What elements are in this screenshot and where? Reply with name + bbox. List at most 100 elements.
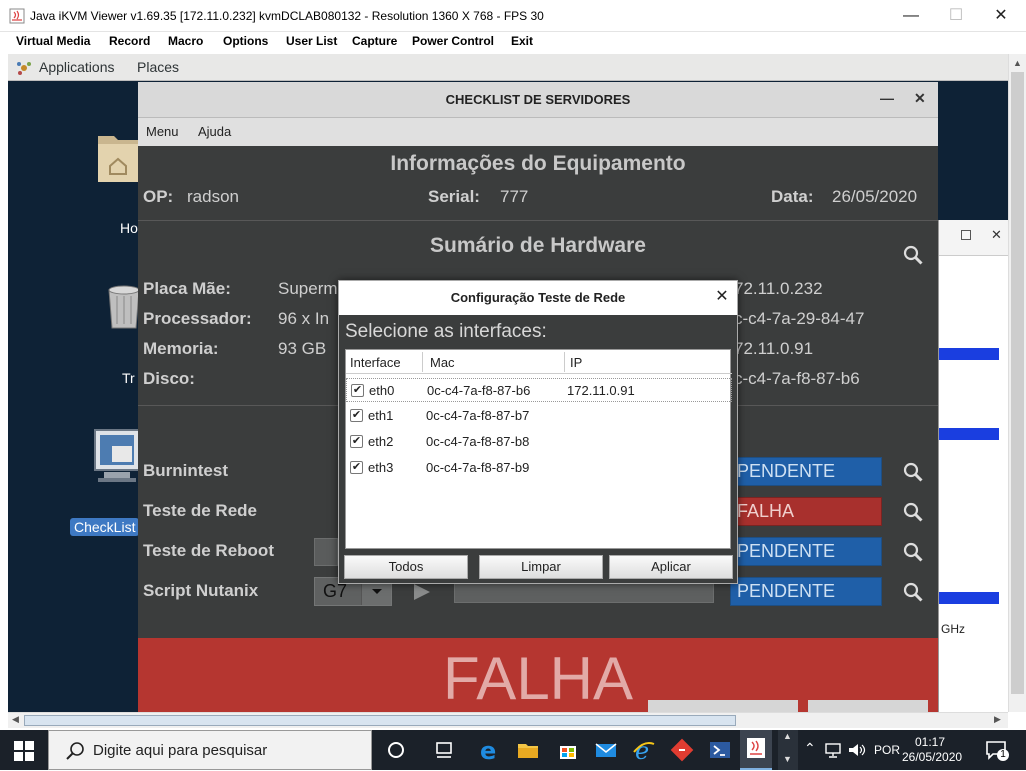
play-icon[interactable]	[410, 582, 434, 602]
java-taskbar-button[interactable]	[740, 730, 772, 770]
powershell-icon[interactable]	[708, 738, 732, 762]
table-row[interactable]: ✔ eth2 0c-c4-7a-f8-87-b8	[346, 430, 732, 454]
dialog-close-icon[interactable]: ✕	[711, 286, 733, 308]
kvm-title-bar: Java iKVM Viewer v1.69.35 [172.11.0.232]…	[0, 0, 1026, 32]
minimize-button[interactable]: —	[888, 0, 934, 32]
search-icon[interactable]	[903, 462, 923, 482]
search-icon[interactable]	[903, 582, 923, 602]
ghz-text: GHz	[941, 622, 965, 636]
close-button[interactable]: ✕	[978, 0, 1024, 32]
menu-power-control[interactable]: Power Control	[412, 34, 494, 48]
table-row[interactable]: ✔ eth3 0c-c4-7a-f8-87-b9	[346, 456, 732, 480]
taskbar: Digite aqui para pesquisar e e ▲ ▼ ⌃ POR…	[0, 730, 1026, 770]
maximize-icon[interactable]	[961, 230, 971, 240]
hw-label: Processador:	[143, 309, 252, 328]
search-icon[interactable]	[903, 502, 923, 522]
clock[interactable]: 01:17 26/05/2020	[902, 735, 962, 765]
internet-explorer-icon[interactable]: e	[632, 738, 656, 762]
timeline-icon[interactable]	[432, 738, 456, 762]
scroll-left-icon[interactable]: ◀	[12, 714, 19, 725]
bottom-button[interactable]	[808, 700, 928, 712]
clear-button[interactable]: Limpar	[479, 555, 603, 579]
checklist-minimize-button[interactable]: —	[880, 90, 894, 106]
table-row[interactable]: ✔ eth1 0c-c4-7a-f8-87-b7	[346, 404, 732, 428]
kvm-title: Java iKVM Viewer v1.69.35 [172.11.0.232]…	[30, 9, 544, 23]
search-icon[interactable]	[903, 245, 923, 265]
network-icon[interactable]	[824, 742, 842, 758]
git-icon[interactable]	[670, 738, 694, 762]
home-folder-icon[interactable]	[96, 126, 140, 185]
script-progress	[454, 581, 714, 603]
notifications-icon[interactable]: 1	[984, 738, 1009, 762]
iface-cell: eth3	[368, 460, 394, 475]
table-row[interactable]: ✔ eth0 0c-c4-7a-f8-87-b6 172.11.0.91	[346, 378, 732, 402]
task-view-icon[interactable]	[384, 738, 408, 762]
chevron-down-icon[interactable]: ▼	[783, 754, 792, 764]
data-label: Data:	[771, 187, 814, 206]
select-all-button[interactable]: Todos	[344, 555, 468, 579]
chevron-up-icon[interactable]: ▲	[783, 731, 792, 741]
store-icon[interactable]	[556, 738, 580, 762]
horizontal-scrollbar[interactable]: ◀ ▶	[8, 712, 1008, 728]
status-badge: PENDENTE	[730, 537, 882, 566]
menu-virtual-media[interactable]: Virtual Media	[16, 34, 90, 48]
menu-exit[interactable]: Exit	[511, 34, 533, 48]
search-placeholder: Digite aqui para pesquisar	[93, 742, 268, 759]
column-header[interactable]: IP	[570, 355, 582, 370]
column-header[interactable]: Mac	[430, 355, 455, 370]
hw-label: Disco:	[143, 369, 195, 388]
network-test-dialog: Configuração Teste de Rede ✕ Selecione a…	[338, 280, 738, 584]
interfaces-table: Interface Mac IP ✔ eth0 0c-c4-7a-f8-87-b…	[345, 349, 732, 549]
menu-record[interactable]: Record	[109, 34, 150, 48]
bottom-button[interactable]	[648, 700, 798, 712]
remote-screen[interactable]: Applications Places Ho Tr CheckList ✕ GH…	[8, 54, 1008, 712]
places-menu[interactable]: Places	[137, 59, 179, 75]
column-header[interactable]: Interface	[350, 355, 401, 370]
trash-icon[interactable]	[106, 282, 142, 333]
menu-ajuda[interactable]: Ajuda	[198, 124, 231, 139]
vertical-scrollbar[interactable]: ▲	[1008, 54, 1026, 712]
menu-user-list[interactable]: User List	[286, 34, 337, 48]
checkbox[interactable]: ✔	[351, 384, 364, 397]
background-window[interactable]: ✕ GHz	[938, 220, 1008, 712]
applications-menu[interactable]: Applications	[39, 59, 115, 75]
hw-label: Placa Mãe:	[143, 279, 231, 298]
checklist-app-icon[interactable]	[92, 426, 142, 493]
volume-icon[interactable]	[847, 742, 867, 758]
hw-right-value: c-c4-7a-f8-87-b6	[734, 369, 860, 388]
trash-label: Tr	[122, 370, 135, 386]
checkbox[interactable]: ✔	[350, 461, 363, 474]
checkbox[interactable]: ✔	[350, 409, 363, 422]
iface-cell: eth0	[369, 383, 395, 398]
serial-value: 777	[500, 187, 529, 206]
taskbar-search[interactable]: Digite aqui para pesquisar	[48, 730, 372, 770]
scroll-up-icon[interactable]: ▲	[1013, 58, 1022, 68]
tray-expand-icon[interactable]: ⌃	[804, 740, 816, 757]
data-value: 26/05/2020	[832, 187, 918, 206]
svg-text:e: e	[480, 738, 496, 762]
maximize-button[interactable]: ☐	[933, 0, 979, 32]
scroll-thumb[interactable]	[24, 715, 736, 726]
status-badge: PENDENTE	[730, 577, 882, 606]
windows-start-icon[interactable]	[14, 741, 34, 764]
checklist-label: CheckList	[70, 518, 140, 536]
language-indicator[interactable]: POR	[874, 743, 900, 757]
menu-macro[interactable]: Macro	[168, 34, 203, 48]
apply-button[interactable]: Aplicar	[609, 555, 733, 579]
reboot-input[interactable]	[314, 538, 338, 566]
file-explorer-icon[interactable]	[516, 738, 540, 762]
checkbox[interactable]: ✔	[350, 435, 363, 448]
dialog-titlebar: Configuração Teste de Rede ✕	[339, 281, 737, 315]
menu-menu[interactable]: Menu	[146, 124, 179, 139]
menu-options[interactable]: Options	[223, 34, 268, 48]
close-icon[interactable]: ✕	[991, 227, 1002, 243]
scroll-right-icon[interactable]: ▶	[994, 714, 1001, 725]
edge-icon[interactable]: e	[478, 738, 502, 762]
serial-label: Serial:	[428, 187, 480, 206]
checklist-close-button[interactable]: ✕	[914, 90, 926, 107]
menu-capture[interactable]: Capture	[352, 34, 397, 48]
scroll-thumb[interactable]	[1011, 72, 1024, 694]
mail-icon[interactable]	[594, 738, 618, 762]
taskbar-overflow[interactable]: ▲ ▼	[778, 730, 798, 770]
search-icon[interactable]	[903, 542, 923, 562]
